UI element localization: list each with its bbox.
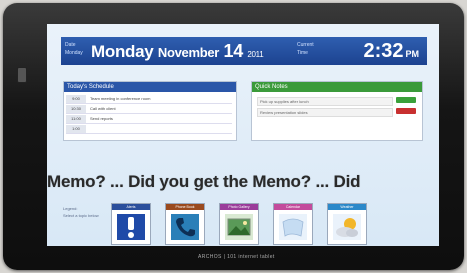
notes-panel: Quick Notes Pick up supplies after lunch…: [251, 81, 423, 141]
legend-title: Legend:: [63, 206, 78, 211]
legend-subtitle: Select a topic below: [63, 213, 99, 218]
day-caption: Monday: [65, 50, 83, 56]
tablet-device: Date Monday Monday November 14 2011 Curr…: [3, 3, 464, 270]
tile-label: Weather: [328, 204, 366, 210]
power-button[interactable]: [17, 67, 27, 83]
brand-label: ARCHOS | 101 internet tablet: [198, 254, 275, 260]
notes-title: Quick Notes: [252, 82, 422, 92]
schedule-text: Call with client: [90, 106, 116, 111]
year: 2011: [247, 50, 264, 59]
memo-ticker: Memo? ... Did you get the Memo? ... Did: [47, 172, 361, 191]
schedule-row[interactable]: 10:30 Call with client: [66, 105, 232, 114]
time-caption-1: Current: [297, 42, 314, 48]
phone-icon: [171, 214, 199, 240]
schedule-text: Team meeting in conference room: [90, 96, 151, 101]
month: November: [157, 45, 220, 60]
time-value: 2:32: [363, 40, 404, 62]
tile-weather[interactable]: Weather: [327, 203, 367, 245]
paper-icon: [279, 214, 307, 240]
tile-photo-gallery[interactable]: Photo Gallery: [219, 203, 259, 245]
note-add-button[interactable]: [396, 97, 416, 103]
time-ampm: PM: [405, 49, 420, 59]
date-time-bar: Date Monday Monday November 14 2011 Curr…: [61, 37, 427, 65]
screen: Date Monday Monday November 14 2011 Curr…: [47, 24, 439, 246]
schedule-row[interactable]: 9:00 Team meeting in conference room: [66, 95, 232, 104]
schedule-time: 9:00: [66, 95, 86, 103]
sun-cloud-icon: [333, 214, 361, 240]
current-date: Monday November 14 2011: [91, 41, 264, 62]
tile-label: Photo Gallery: [220, 204, 258, 210]
picture-icon: [225, 214, 253, 240]
tile-calendar[interactable]: Calendar: [273, 203, 313, 245]
schedule-title: Today's Schedule: [64, 82, 236, 92]
schedule-panel: Today's Schedule 9:00 Team meeting in co…: [63, 81, 237, 141]
tile-label: Phone Book: [166, 204, 204, 210]
tile-label: Alerts: [112, 204, 150, 210]
exclamation-icon: [117, 214, 145, 240]
schedule-row[interactable]: 11:00 Send reports: [66, 115, 232, 124]
note-item[interactable]: Review presentation slides: [257, 108, 393, 117]
schedule-row[interactable]: 1:00: [66, 125, 232, 134]
tile-label: Calendar: [274, 204, 312, 210]
time-caption-2: Time: [297, 50, 308, 56]
tile-alerts[interactable]: Alerts: [111, 203, 151, 245]
day-number: 14: [223, 41, 244, 61]
schedule-time: 1:00: [66, 125, 86, 133]
date-caption: Date: [65, 42, 76, 48]
schedule-time: 11:00: [66, 115, 86, 123]
weekday: Monday: [91, 42, 154, 61]
schedule-text: Send reports: [90, 116, 113, 121]
note-item[interactable]: Pick up supplies after lunch: [257, 97, 393, 106]
note-delete-button[interactable]: [396, 108, 416, 114]
current-time: 2:32 PM: [363, 40, 419, 63]
schedule-time: 10:30: [66, 105, 86, 113]
tile-phone-book[interactable]: Phone Book: [165, 203, 205, 245]
